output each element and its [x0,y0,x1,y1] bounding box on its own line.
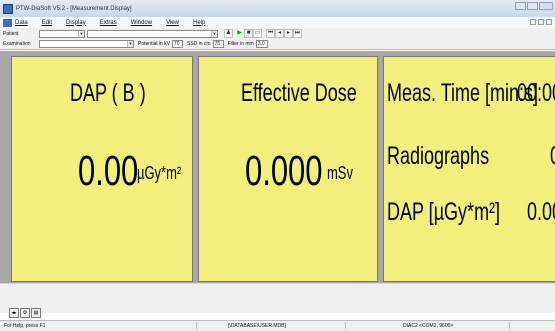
database-path: [\DATABASE\USER.MDB] [228,323,286,329]
examination-label: Examination [3,41,31,47]
maximize-button[interactable] [527,2,538,10]
menu-extras[interactable]: Extras [100,20,117,26]
examination-select[interactable]: ▼ [39,40,134,48]
menu-help[interactable]: Help [193,20,205,26]
radiographs-value: 0 [550,142,555,171]
document-icon[interactable] [3,18,12,27]
menu-bar: Data Edit Display Extras Window View Hel… [0,17,555,28]
effective-dose-panel: Effective Dose 0.000 mSv [198,56,378,282]
print-icon[interactable]: ▤ [31,308,41,318]
menu-data[interactable]: Data [15,20,28,26]
meas-time-label: Meas. Time [min:s] [387,79,539,107]
last-icon[interactable]: ⏭ [293,29,302,38]
bottom-tool-strip: ◂▸ ⚙ ▤ [0,283,555,318]
status-divider [345,322,346,330]
next-icon[interactable]: ▸ [284,29,293,38]
total-dap-value: 0.00 [527,198,555,226]
effective-dose-value: 0.000 [245,147,323,195]
record-icon[interactable]: ▭ [253,29,262,38]
status-divider [196,322,197,330]
start-icon[interactable]: ▶ [235,29,244,38]
effective-dose-title: Effective Dose [241,79,357,107]
chevron-down-icon: ▼ [78,30,84,37]
help-hint: For Help, press F1 [4,323,46,329]
dap-panel: DAP ( B ) 0.00 µGy*m² [11,56,193,282]
chevron-down-icon: ▼ [211,30,217,37]
dap-unit: µGy*m² [137,163,182,183]
settings-icon[interactable]: ⚙ [20,308,30,318]
device-port: DIAC2 <COM2, 9600> [403,323,454,329]
prev-icon[interactable]: ◂ [275,29,284,38]
ssd-label: SSD in cm [186,41,211,47]
tool-icon-1[interactable]: ◂▸ [9,308,19,318]
minimize-button[interactable] [515,2,526,10]
dap-value: 0.00 [78,147,139,195]
chevron-down-icon: ▼ [127,41,133,47]
close-button[interactable] [539,2,553,10]
menu-view[interactable]: View [166,20,179,26]
mdi-minimize-button[interactable] [530,19,536,25]
dap-title: DAP ( B ) [70,79,146,107]
stop-icon[interactable]: ■ [244,29,253,38]
radiographs-label: Radiographs [387,142,490,170]
menu-display[interactable]: Display [66,20,86,26]
total-dap-label: DAP [µGy*m²] [387,198,501,226]
mdi-restore-button[interactable] [538,19,544,25]
app-icon [3,3,13,14]
ssd-input[interactable]: 75 [212,40,224,48]
potential-input[interactable]: 70 [171,40,183,48]
filter-label: Filter in mm [227,41,254,47]
patient-label: Patient [3,30,19,37]
filter-input[interactable]: 3.0 [255,40,268,48]
potential-label: Potential in kV [138,41,170,47]
measurement-summary-panel: Meas. Time [min:s] 00:00 Radiographs 0 D… [383,56,555,282]
title-bar: PTW-DiaSoft V5.2 - [Measurement Display] [0,0,555,17]
patient-id-select[interactable]: ▼ [39,29,85,38]
meas-time-value: 00:00 [517,79,555,107]
measurement-area: DAP ( B ) 0.00 µGy*m² Effective Dose 0.0… [0,51,555,283]
menu-edit[interactable]: Edit [42,20,52,26]
status-divider [509,322,510,330]
status-bar: For Help, press F1 [\DATABASE\USER.MDB] … [0,320,555,331]
patient-toolbar: Patient ▼ ▼ ♟ ▶ ■ ▭ ⏮ ◂ ▸ ⏭ [0,28,555,39]
effective-dose-unit: mSv [327,163,353,183]
window-title: PTW-DiaSoft V5.2 - [Measurement Display] [16,5,132,12]
patient-name-select[interactable]: ▼ [87,29,218,38]
mdi-close-button[interactable] [546,19,552,25]
person-icon[interactable]: ♟ [224,29,233,38]
first-icon[interactable]: ⏮ [266,29,275,38]
menu-window[interactable]: Window [131,20,152,26]
exam-toolbar: Examination ▼ Potential in kV 70 SSD in … [0,39,555,50]
